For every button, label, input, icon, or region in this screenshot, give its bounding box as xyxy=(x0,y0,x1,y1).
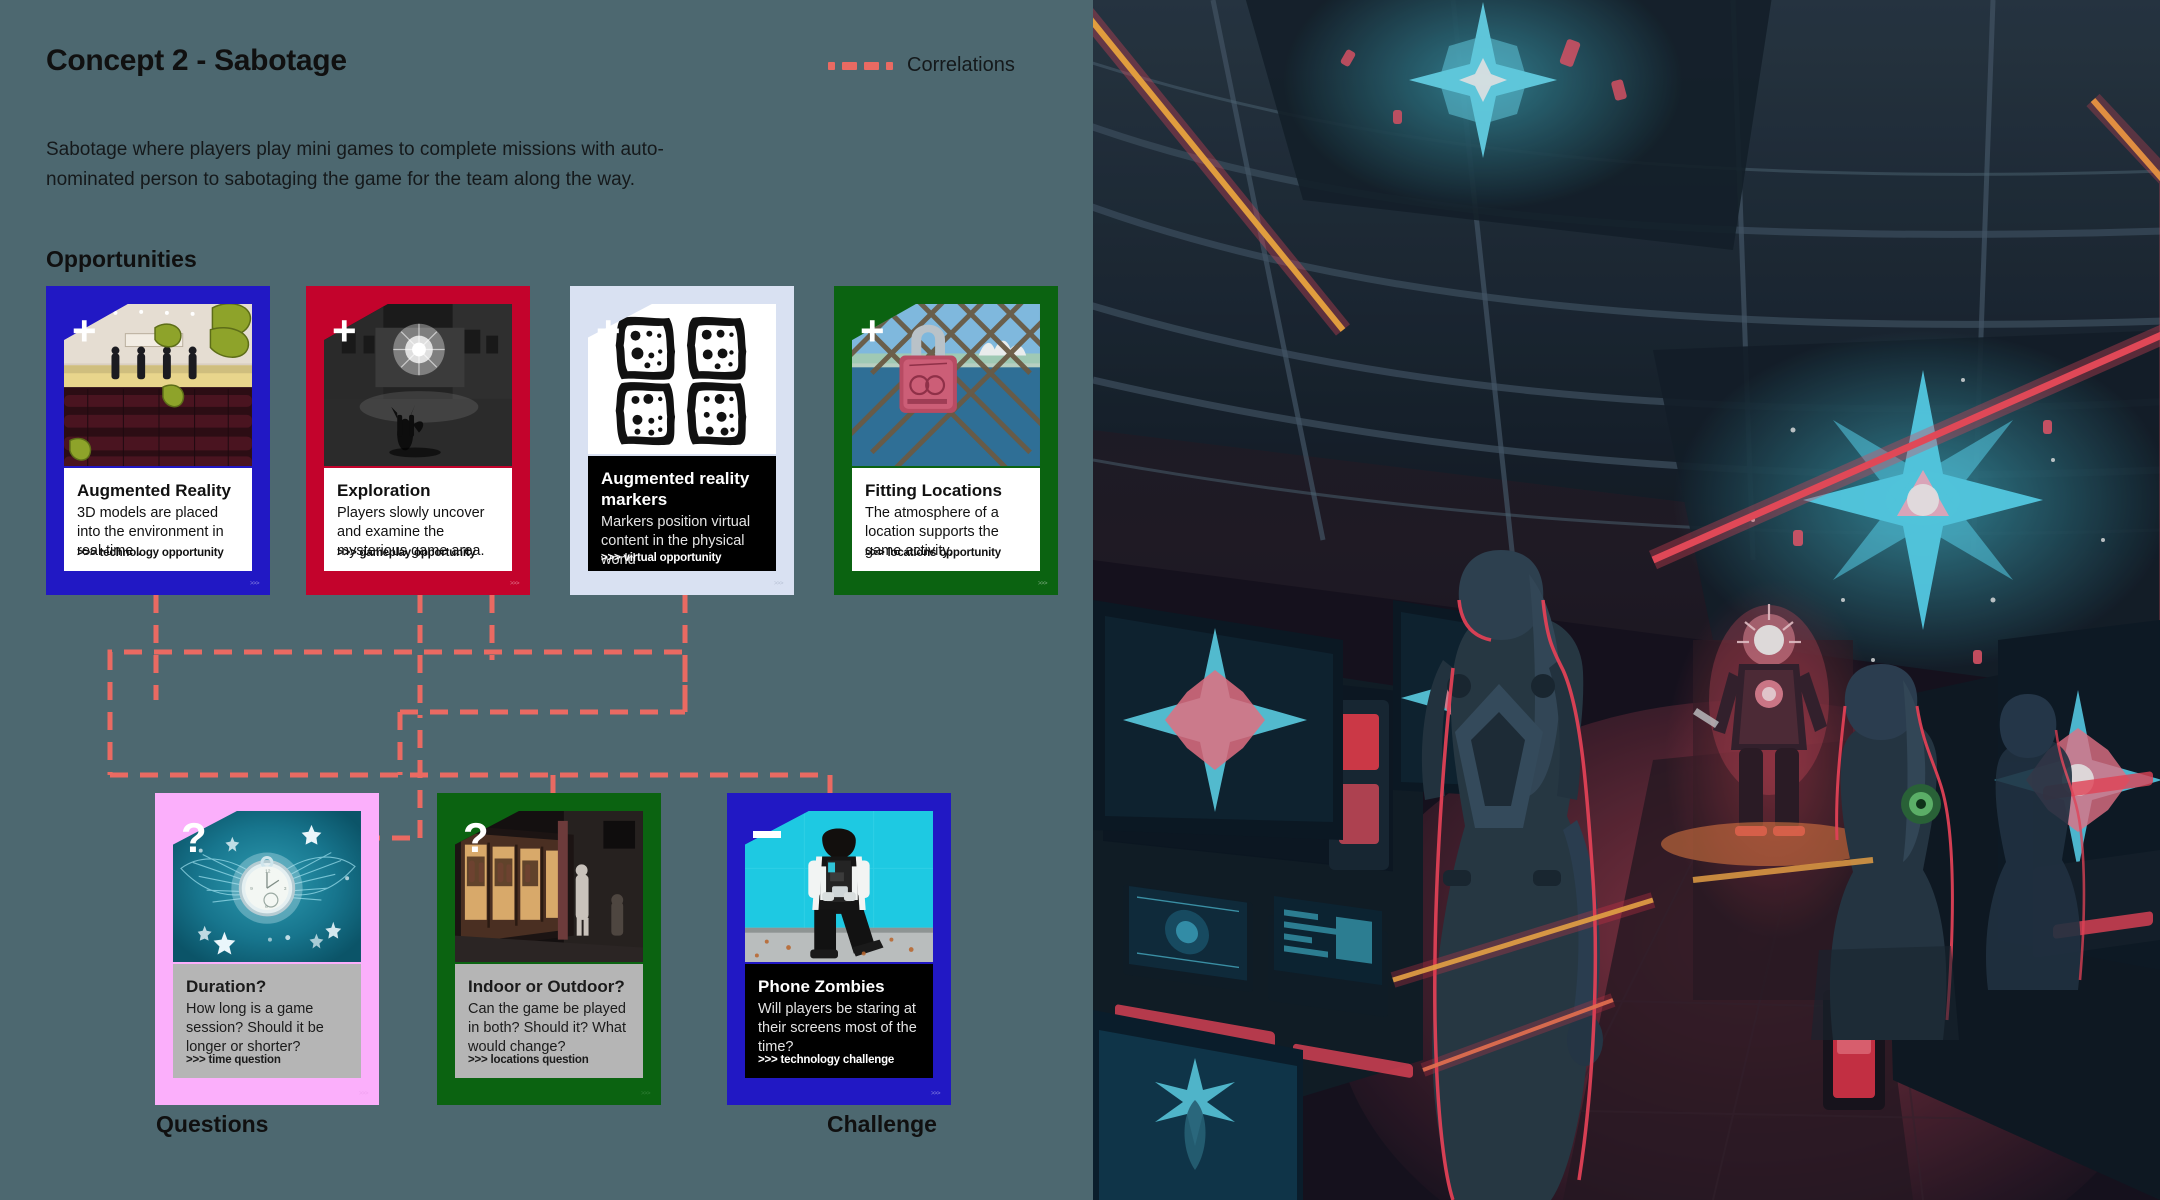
card-title: Phone Zombies xyxy=(758,977,885,996)
svg-text:6: 6 xyxy=(265,904,268,910)
card-body: Augmented reality markers Markers positi… xyxy=(588,456,776,571)
card-image-man-on-phone xyxy=(745,811,933,964)
opportunity-card-ar-markers[interactable]: + Augmented reality markers Markers posi… xyxy=(570,286,794,595)
card-title: Augmented reality markers xyxy=(601,469,750,509)
section-label-questions: Questions xyxy=(156,1111,269,1137)
challenge-card-phone-zombies[interactable]: Phone Zombies Will players be staring at… xyxy=(727,793,951,1105)
card-corner-mark: >>> xyxy=(249,581,260,587)
opportunity-card-exploration[interactable]: + Exploration Players slowly uncover and… xyxy=(306,286,530,595)
card-image-dark-tunnel-dog xyxy=(324,304,512,468)
concept-description: Sabotage where players play mini games t… xyxy=(46,139,664,190)
card-text: Will players be staring at their screens… xyxy=(758,1001,917,1055)
card-title: Augmented Reality xyxy=(77,481,231,500)
page-title: Concept 2 - Sabotage xyxy=(46,44,347,77)
scifi-control-room-artwork xyxy=(1093,0,2160,1200)
svg-text:3: 3 xyxy=(284,886,287,892)
card-tag: >>> time question xyxy=(186,1054,281,1066)
card-body: Indoor or Outdoor? Can the game be playe… xyxy=(455,964,643,1078)
svg-text:9: 9 xyxy=(250,886,253,892)
opportunity-card-augmented-reality[interactable]: + Augmented Reality 3D models are placed… xyxy=(46,286,270,595)
card-text: How long is a game session? Should it be… xyxy=(186,1001,324,1055)
card-title: Fitting Locations xyxy=(865,481,1002,500)
card-body: Fitting Locations The atmosphere of a lo… xyxy=(852,468,1040,571)
card-image-ar-markers xyxy=(588,304,776,456)
card-image-pocket-watch: 12 3 6 9 xyxy=(173,811,361,964)
card-title: Exploration xyxy=(337,481,431,500)
correlations-legend: Correlations xyxy=(828,54,1015,77)
svg-text:12: 12 xyxy=(265,868,271,874)
question-card-duration[interactable]: 12 3 6 9 ? Duration? How long is a game … xyxy=(155,793,379,1105)
legend-label: Correlations xyxy=(907,54,1015,76)
card-corner-mark: >>> xyxy=(358,1091,369,1097)
dashed-line-icon xyxy=(828,61,893,70)
card-body: Phone Zombies Will players be staring at… xyxy=(745,964,933,1078)
card-corner-mark: >>> xyxy=(773,581,784,587)
card-body: Exploration Players slowly uncover and e… xyxy=(324,468,512,571)
card-tag: >>> locations opportunity xyxy=(865,547,1001,559)
card-tag: >>> virtual opportunity xyxy=(601,552,722,564)
card-corner-mark: >>> xyxy=(1037,581,1048,587)
card-text: Can the game be played in both? Should i… xyxy=(468,1001,626,1055)
card-corner-mark: >>> xyxy=(640,1091,651,1097)
card-body: Augmented Reality 3D models are placed i… xyxy=(64,468,252,571)
card-image-auditorium-butterfly xyxy=(64,304,252,468)
card-title: Indoor or Outdoor? xyxy=(468,977,625,996)
card-tag: >>> technology opportunity xyxy=(77,547,224,559)
card-image-padlock-fence xyxy=(852,304,1040,468)
concept-board: Concept 2 - Sabotage Correlations Sabota… xyxy=(0,0,1093,1200)
card-corner-mark: >>> xyxy=(930,1091,941,1097)
section-label-opportunities: Opportunities xyxy=(46,246,197,272)
card-tag: >>> gameplay opportunity xyxy=(337,547,476,559)
slide-canvas: Concept 2 - Sabotage Correlations Sabota… xyxy=(0,0,2160,1200)
card-tag: >>> technology challenge xyxy=(758,1054,895,1066)
artwork-canvas xyxy=(1093,0,2160,1200)
question-card-indoor-outdoor[interactable]: ? Indoor or Outdoor? Can the game be pla… xyxy=(437,793,661,1105)
card-title: Duration? xyxy=(186,977,267,996)
card-image-night-shop-window xyxy=(455,811,643,964)
section-label-challenge: Challenge xyxy=(827,1111,937,1137)
card-tag: >>> locations question xyxy=(468,1054,589,1066)
card-body: Duration? How long is a game session? Sh… xyxy=(173,964,361,1078)
opportunity-card-fitting-locations[interactable]: + Fitting Locations The atmosphere of a … xyxy=(834,286,1058,595)
card-corner-mark: >>> xyxy=(509,581,520,587)
